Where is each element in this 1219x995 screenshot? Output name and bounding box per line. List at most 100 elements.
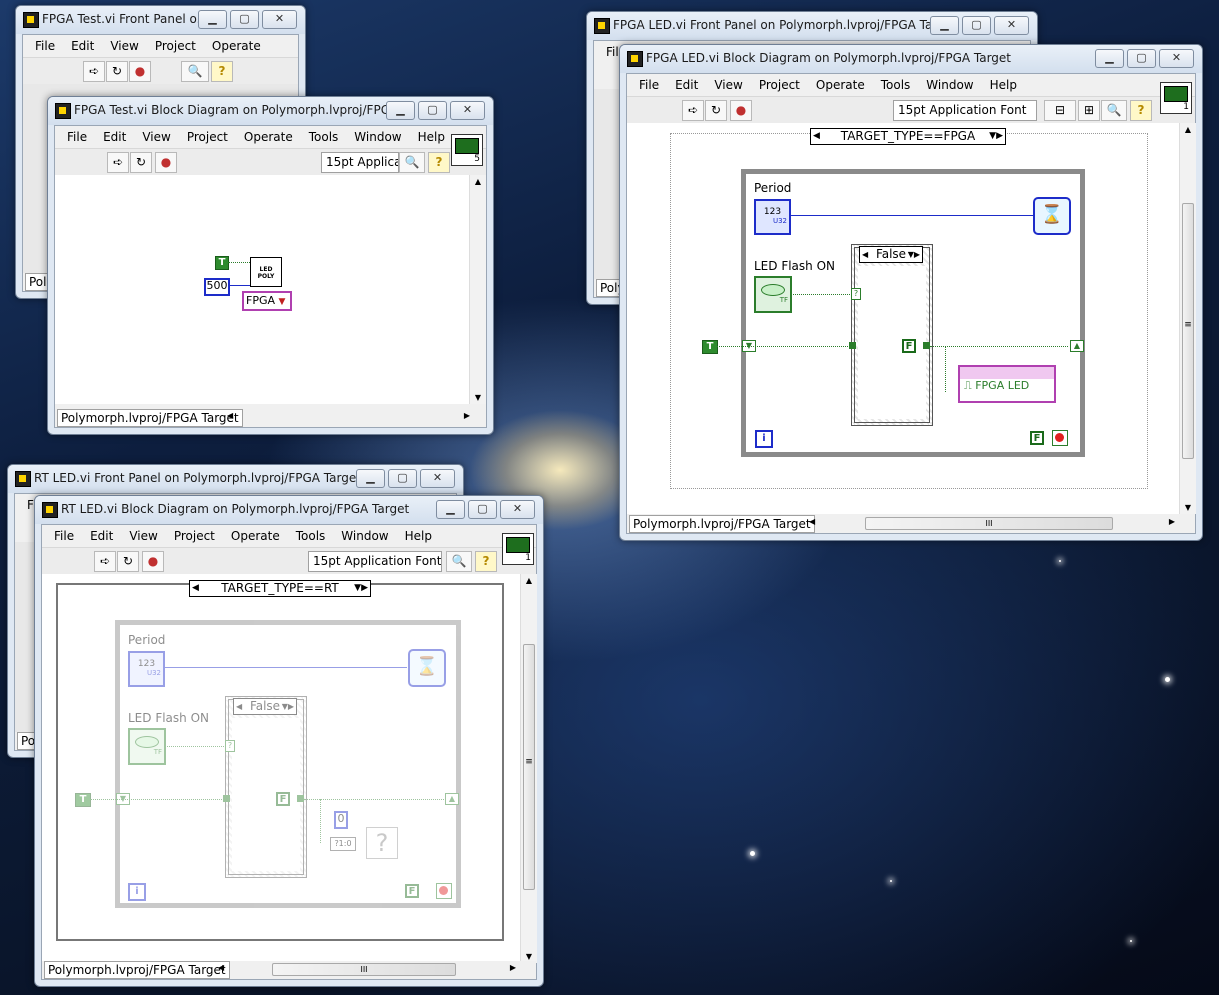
stop-false-constant[interactable]: F [405, 884, 419, 898]
select-node[interactable]: ?1:0 [330, 837, 356, 851]
period-control-terminal[interactable]: 123 U32 [754, 199, 791, 235]
false-constant[interactable]: F [276, 792, 290, 806]
menu-edit[interactable]: Edit [63, 39, 102, 53]
menu-window[interactable]: Window [346, 130, 409, 144]
scroll-thumb[interactable]: ≡ [1182, 203, 1194, 459]
missing-subvi-icon[interactable]: ? [366, 827, 398, 859]
minimize-button[interactable]: ▁ [386, 101, 415, 120]
menu-file[interactable]: File [631, 78, 667, 92]
vertical-scrollbar[interactable]: ▲ ▼ [469, 175, 486, 404]
shift-register-right[interactable]: ▲ [1070, 340, 1084, 352]
vertical-scrollbar[interactable]: ▲ ≡ ▼ [520, 574, 537, 963]
abort-icon[interactable]: ● [142, 551, 164, 572]
true-constant[interactable]: T [75, 793, 91, 807]
menu-operate[interactable]: Operate [236, 130, 301, 144]
menu-help[interactable]: Help [397, 529, 440, 543]
period-control-terminal[interactable]: 123 U32 [128, 651, 165, 687]
wait-timer-icon[interactable]: ⌛ [1033, 197, 1071, 235]
led-poly-subvi[interactable]: LED POLY [250, 257, 282, 287]
menu-help[interactable]: Help [410, 130, 453, 144]
case-selector-terminal[interactable]: ? [851, 288, 861, 300]
menu-project[interactable]: Project [147, 39, 204, 53]
stop-terminal-icon[interactable] [1052, 430, 1068, 446]
rt-led-block-diagram-window[interactable]: RT LED.vi Block Diagram on Polymorph.lvp… [34, 495, 544, 987]
menu-view[interactable]: View [102, 39, 146, 53]
abort-icon[interactable]: ● [155, 152, 177, 173]
run-continuous-icon[interactable]: ↻ [705, 100, 727, 121]
decrement-arrow-icon[interactable]: ◀ [813, 129, 820, 144]
iteration-terminal[interactable]: i [755, 430, 773, 448]
title-bar[interactable]: FPGA LED.vi Block Diagram on Polymorph.l… [620, 45, 1202, 73]
scroll-right-arrow-icon[interactable]: ▶ [1169, 517, 1175, 526]
font-selector[interactable]: 15pt Application Font [893, 100, 1037, 121]
close-button[interactable]: ✕ [420, 469, 455, 488]
menu-file[interactable]: File [46, 529, 82, 543]
maximize-button[interactable]: ▢ [230, 10, 259, 29]
abort-icon[interactable]: ● [730, 100, 752, 121]
menu-tools[interactable]: Tools [301, 130, 347, 144]
fpga-test-block-diagram-window[interactable]: FPGA Test.vi Block Diagram on Polymorph.… [47, 96, 494, 435]
decrement-arrow-icon[interactable]: ◀ [862, 247, 868, 262]
close-button[interactable]: ✕ [450, 101, 485, 120]
search-icon[interactable]: 🔍 [1101, 100, 1127, 121]
distribute-objects-icon[interactable]: ⊞ [1078, 100, 1100, 121]
increment-arrow-icon[interactable]: ▼▶ [282, 699, 294, 714]
menu-edit[interactable]: Edit [95, 130, 134, 144]
stop-terminal-icon[interactable] [436, 883, 452, 899]
help-icon[interactable]: ? [1130, 100, 1152, 121]
menu-project[interactable]: Project [179, 130, 236, 144]
minimize-button[interactable]: ▁ [930, 16, 959, 35]
help-icon[interactable]: ? [475, 551, 497, 572]
wait-timer-icon[interactable]: ⌛ [408, 649, 446, 687]
menu-view[interactable]: View [706, 78, 750, 92]
led-flash-control-terminal[interactable]: TF [128, 728, 166, 765]
run-continuous-icon[interactable]: ↻ [106, 61, 128, 82]
scroll-up-arrow-icon[interactable]: ▲ [470, 177, 486, 186]
scroll-right-arrow-icon[interactable]: ▶ [464, 411, 470, 420]
true-constant[interactable]: T [702, 340, 718, 354]
inner-case-selector[interactable]: ◀ False ▼▶ [233, 698, 297, 715]
scroll-down-arrow-icon[interactable]: ▼ [521, 952, 537, 961]
title-bar[interactable]: RT LED.vi Block Diagram on Polymorph.lvp… [35, 496, 543, 524]
zero-constant[interactable]: 0 [334, 811, 348, 829]
shift-register-right[interactable]: ▲ [445, 793, 459, 805]
vi-icon[interactable]: 1 [502, 533, 534, 565]
search-icon[interactable]: 🔍 [446, 551, 472, 572]
inner-case-structure[interactable] [225, 696, 307, 878]
scroll-left-arrow-icon[interactable]: ◀ [218, 963, 224, 972]
close-button[interactable]: ✕ [500, 500, 535, 519]
menu-operate[interactable]: Operate [204, 39, 269, 53]
menu-file[interactable]: File [27, 39, 63, 53]
menu-view[interactable]: View [121, 529, 165, 543]
abort-icon[interactable]: ● [129, 61, 151, 82]
run-continuous-icon[interactable]: ↻ [117, 551, 139, 572]
close-button[interactable]: ✕ [994, 16, 1029, 35]
inner-case-selector[interactable]: ◀ False ▼▶ [859, 246, 923, 263]
help-icon[interactable]: ? [211, 61, 233, 82]
menu-file[interactable]: File [59, 130, 95, 144]
maximize-button[interactable]: ▢ [1127, 49, 1156, 68]
scroll-left-arrow-icon[interactable]: ◀ [809, 517, 815, 526]
horizontal-scroll-thumb[interactable]: III [865, 517, 1113, 530]
search-icon[interactable]: 🔍 [181, 61, 209, 82]
scroll-thumb[interactable]: ≡ [523, 644, 535, 890]
title-bar[interactable]: RT LED.vi Front Panel on Polymorph.lvpro… [8, 465, 463, 493]
close-button[interactable]: ✕ [1159, 49, 1194, 68]
iteration-terminal[interactable]: i [128, 883, 146, 901]
menu-project[interactable]: Project [751, 78, 808, 92]
scroll-right-arrow-icon[interactable]: ▶ [510, 963, 516, 972]
scroll-up-arrow-icon[interactable]: ▲ [521, 576, 537, 585]
run-continuous-icon[interactable]: ↻ [130, 152, 152, 173]
font-selector[interactable]: 15pt Applicat [321, 152, 399, 173]
menu-window[interactable]: Window [918, 78, 981, 92]
decrement-arrow-icon[interactable]: ◀ [236, 699, 242, 714]
led-flash-control-terminal[interactable]: TF [754, 276, 792, 313]
increment-arrow-icon[interactable]: ▼▶ [908, 247, 920, 262]
scroll-down-arrow-icon[interactable]: ▼ [1180, 503, 1196, 512]
maximize-button[interactable]: ▢ [418, 101, 447, 120]
title-bar[interactable]: FPGA Test.vi Block Diagram on Polymorph.… [48, 97, 493, 125]
true-constant[interactable]: T [215, 256, 229, 270]
block-diagram-canvas[interactable]: T 500 LED POLY FPGA ▼ [55, 175, 469, 404]
false-constant[interactable]: F [902, 339, 916, 353]
polymorphic-selector[interactable]: FPGA ▼ [242, 291, 292, 311]
